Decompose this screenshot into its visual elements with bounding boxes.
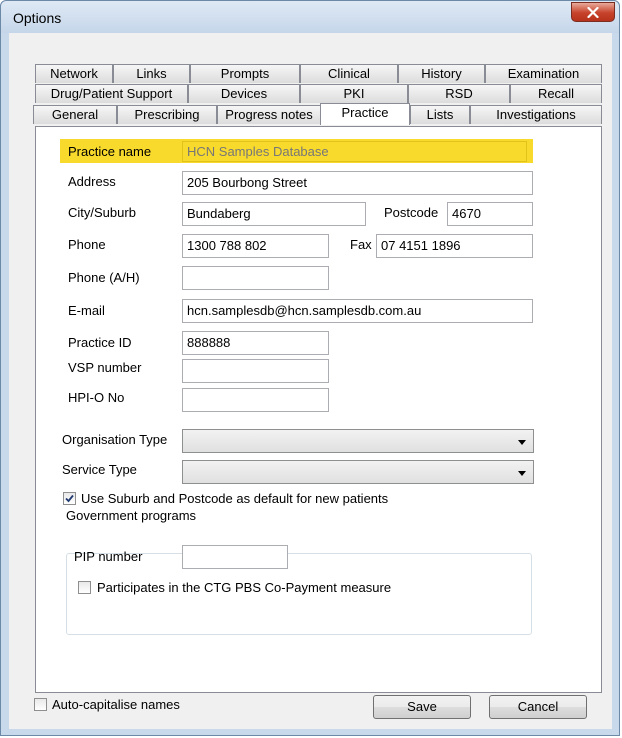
cancel-button[interactable]: Cancel — [489, 695, 587, 719]
hpio-no-label: HPI-O No — [68, 390, 125, 405]
city-suburb-label: City/Suburb — [68, 205, 136, 220]
practice-id-field[interactable]: 888888 — [182, 331, 329, 355]
tab-investigations[interactable]: Investigations — [470, 105, 602, 124]
email-field[interactable]: hcn.samplesdb@hcn.samplesdb.com.au — [182, 299, 533, 323]
use-suburb-default-checkbox[interactable] — [63, 492, 76, 505]
phone-ah-label: Phone (A/H) — [68, 270, 140, 285]
practice-id-label: Practice ID — [68, 335, 132, 350]
service-type-dropdown[interactable] — [182, 460, 534, 484]
tab-history[interactable]: History — [398, 64, 485, 83]
tab-progress-notes[interactable]: Progress notes — [217, 105, 321, 124]
tab-drug-patient-support[interactable]: Drug/Patient Support — [35, 84, 188, 103]
phone-label: Phone — [68, 237, 106, 252]
tab-links[interactable]: Links — [113, 64, 190, 83]
organisation-type-dropdown[interactable] — [182, 429, 534, 453]
pip-number-label: PIP number — [74, 549, 143, 564]
auto-capitalise-checkbox[interactable] — [34, 698, 47, 711]
practice-name-label: Practice name — [68, 144, 152, 159]
tab-examination[interactable]: Examination — [485, 64, 602, 83]
service-type-label: Service Type — [62, 462, 137, 477]
tab-lists[interactable]: Lists — [410, 105, 470, 124]
address-field[interactable]: 205 Bourbong Street — [182, 171, 533, 195]
government-programs-legend: Government programs — [64, 508, 199, 523]
auto-capitalise-label: Auto-capitalise names — [52, 697, 180, 712]
vsp-number-field[interactable] — [182, 359, 329, 383]
fax-field[interactable]: 07 4151 1896 — [376, 234, 533, 258]
dialog-body: Network Links Prompts Clinical History E… — [9, 33, 612, 729]
practice-name-field[interactable]: HCN Samples Database — [182, 141, 527, 162]
fax-label: Fax — [350, 237, 372, 252]
close-button[interactable] — [571, 2, 615, 22]
window-title: Options — [13, 10, 62, 26]
tab-prescribing[interactable]: Prescribing — [117, 105, 217, 124]
tab-pki[interactable]: PKI — [300, 84, 408, 103]
phone-ah-field[interactable] — [182, 266, 329, 290]
address-label: Address — [68, 174, 116, 189]
organisation-type-label: Organisation Type — [62, 432, 168, 447]
city-suburb-field[interactable]: Bundaberg — [182, 202, 366, 226]
tab-recall[interactable]: Recall — [510, 84, 602, 103]
practice-tab-panel: Practice name HCN Samples Database Addre… — [35, 126, 602, 693]
tab-clinical[interactable]: Clinical — [300, 64, 398, 83]
ctg-pbs-checkbox[interactable] — [78, 581, 91, 594]
postcode-label: Postcode — [384, 205, 439, 220]
tab-devices[interactable]: Devices — [188, 84, 300, 103]
vsp-number-label: VSP number — [68, 360, 142, 375]
tab-practice[interactable]: Practice — [320, 103, 410, 125]
postcode-field[interactable]: 4670 — [447, 202, 533, 226]
tab-network[interactable]: Network — [35, 64, 113, 83]
tab-rsd[interactable]: RSD — [408, 84, 510, 103]
pip-number-field[interactable] — [182, 545, 288, 569]
chevron-down-icon — [518, 471, 526, 476]
use-suburb-default-label: Use Suburb and Postcode as default for n… — [81, 491, 389, 506]
title-bar: Options — [1, 1, 619, 33]
chevron-down-icon — [518, 440, 526, 445]
hpio-no-field[interactable] — [182, 388, 329, 412]
email-label: E-mail — [68, 303, 105, 318]
tab-general[interactable]: General — [33, 105, 117, 124]
tab-prompts[interactable]: Prompts — [190, 64, 300, 83]
options-dialog: Options Network Links Prompts Clinical H… — [0, 0, 620, 736]
phone-field[interactable]: 1300 788 802 — [182, 234, 329, 258]
checkmark-icon — [65, 494, 74, 503]
ctg-pbs-label: Participates in the CTG PBS Co-Payment m… — [97, 580, 392, 595]
save-button[interactable]: Save — [373, 695, 471, 719]
close-icon — [587, 7, 599, 18]
